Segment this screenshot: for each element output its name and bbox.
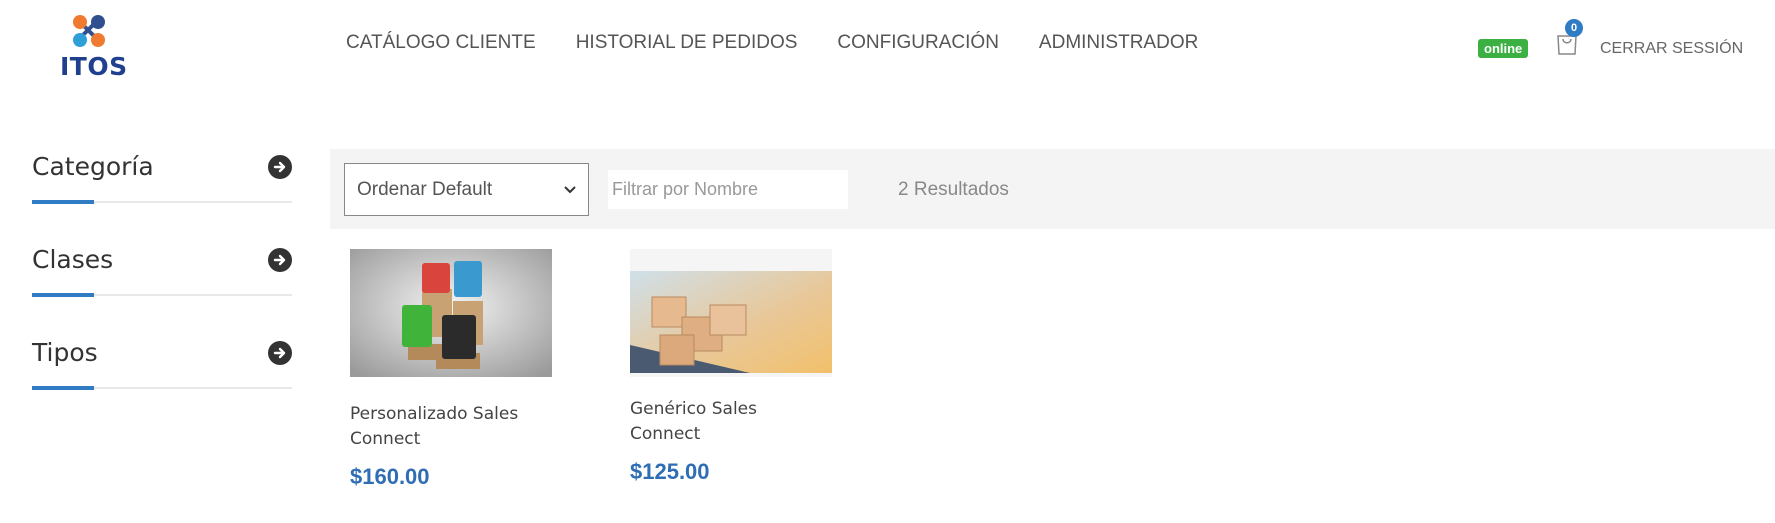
filter-name-input[interactable] [608,170,848,209]
catalog-toolbar: Ordenar Default 2 Resultados [330,149,1775,229]
sidebar-item-clases[interactable]: Clases [32,241,292,334]
nav-configuracion[interactable]: CONFIGURACIÓN [837,32,999,54]
arrow-right-circle-icon[interactable] [268,248,292,272]
nav-catalogo-cliente[interactable]: CATÁLOGO CLIENTE [346,32,536,54]
sort-select-value: Ordenar Default [357,178,493,200]
nav-administrador[interactable]: ADMINISTRADOR [1039,32,1198,54]
product-price: $125.00 [630,459,710,484]
divider-accent [32,386,94,390]
product-name[interactable]: Personalizado Sales Connect [350,402,550,452]
product-name[interactable]: Genérico Sales Connect [630,397,830,447]
status-badge: online [1478,39,1529,58]
sidebar-item-tipos[interactable]: Tipos [32,334,292,427]
divider-accent [32,293,94,297]
product-price: $160.00 [350,464,430,489]
brand-logo[interactable]: ITOS [56,12,128,82]
logo-dots-icon [73,15,105,47]
sidebar-item-categoria[interactable]: Categoría [32,148,292,241]
product-card[interactable]: Genérico Sales Connect $125.00 [630,249,835,485]
nav-historial-pedidos[interactable]: HISTORIAL DE PEDIDOS [576,32,798,54]
shopping-boxes-image [630,249,832,377]
brand-name: ITOS [60,52,128,81]
logout-link[interactable]: CERRAR SESSIÓN [1600,40,1743,58]
cart-count-badge: 0 [1565,19,1583,37]
results-count: 2 Resultados [898,179,1009,200]
sidebar-item-label: Categoría [32,152,154,181]
main-nav: CATÁLOGO CLIENTE HISTORIAL DE PEDIDOS CO… [346,32,1238,54]
sidebar-item-label: Tipos [32,338,98,367]
product-image[interactable] [350,249,552,377]
filter-sidebar: Categoría Clases Tipos [32,148,292,427]
sort-select[interactable]: Ordenar Default [344,163,589,216]
arrow-right-circle-icon[interactable] [268,341,292,365]
product-image[interactable] [630,249,832,377]
product-card[interactable]: Personalizado Sales Connect $160.00 [350,249,555,490]
cups-image [350,249,552,377]
sidebar-item-label: Clases [32,245,114,274]
arrow-right-circle-icon[interactable] [268,155,292,179]
divider-accent [32,200,94,204]
chevron-down-icon [564,185,576,193]
